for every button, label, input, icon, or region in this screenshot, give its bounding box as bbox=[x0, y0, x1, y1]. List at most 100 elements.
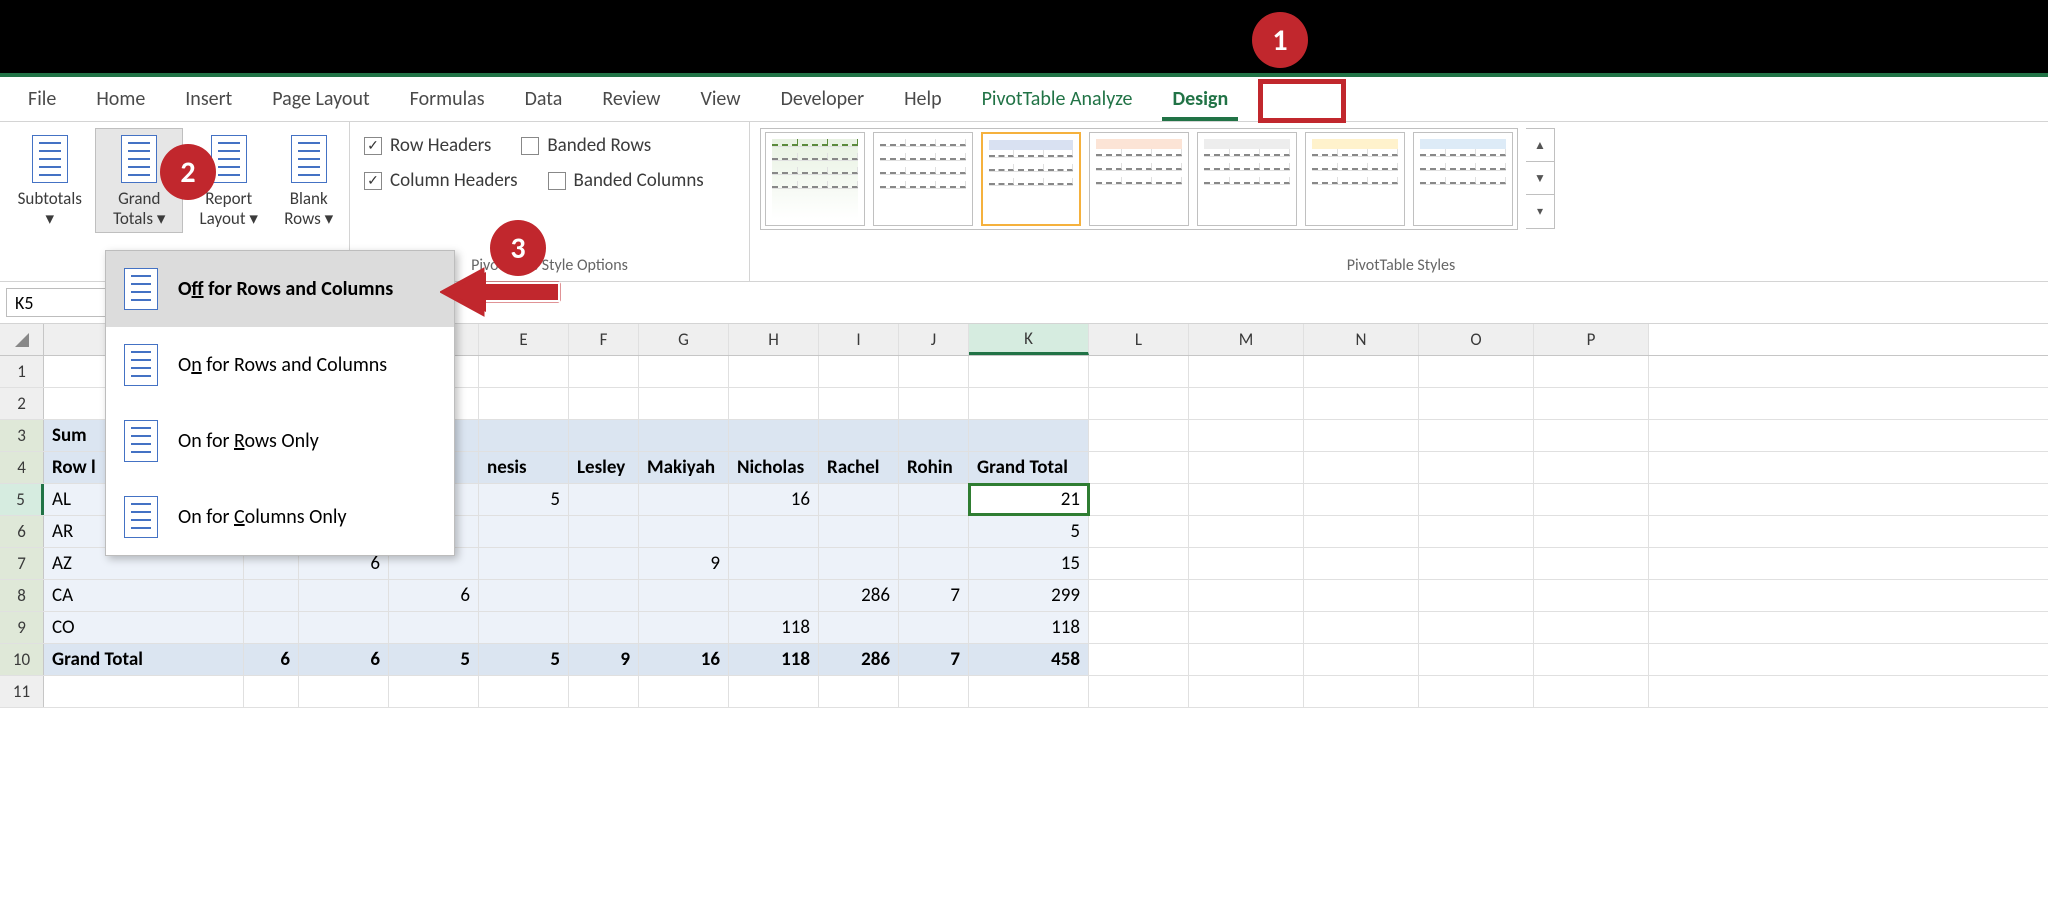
cell-D8[interactable]: 6 bbox=[389, 580, 479, 611]
checkbox-row-headers[interactable]: ✓Row Headers bbox=[364, 134, 491, 157]
menu-icon bbox=[124, 344, 158, 386]
col-I[interactable]: I bbox=[819, 324, 899, 355]
col-P[interactable]: P bbox=[1534, 324, 1649, 355]
menu-on-rows[interactable]: On for Rows Only bbox=[106, 403, 454, 479]
pivot-style-7[interactable] bbox=[1413, 132, 1513, 226]
banded-rows-label: Banded Rows bbox=[547, 134, 651, 157]
pivot-style-3-selected[interactable] bbox=[981, 132, 1081, 226]
cell-G7[interactable]: 9 bbox=[639, 548, 729, 579]
cell-K6[interactable]: 5 bbox=[969, 516, 1089, 547]
blank-rows-button[interactable]: Blank Rows ▾ bbox=[274, 128, 343, 233]
row-11: 11 bbox=[0, 676, 2048, 708]
ribbon-tabs: File Home Insert Page Layout Formulas Da… bbox=[0, 77, 2048, 122]
blank-rows-icon bbox=[291, 135, 327, 183]
gallery-scroll-down[interactable]: ▼ bbox=[1526, 162, 1554, 195]
col-K[interactable]: K bbox=[969, 324, 1089, 355]
cell-A9[interactable]: CO bbox=[44, 612, 244, 643]
tab-pivottable-analyze[interactable]: PivotTable Analyze bbox=[964, 79, 1151, 121]
callout-badge-1: 1 bbox=[1252, 12, 1308, 68]
cell-H10[interactable]: 118 bbox=[729, 644, 819, 675]
rowhdr-8[interactable]: 8 bbox=[0, 580, 44, 611]
pivot-style-2[interactable] bbox=[873, 132, 973, 226]
row-9: 9 CO 118 118 bbox=[0, 612, 2048, 644]
tab-data[interactable]: Data bbox=[507, 79, 581, 121]
cell-K8[interactable]: 299 bbox=[969, 580, 1089, 611]
tab-insert[interactable]: Insert bbox=[167, 79, 250, 121]
pivot-style-1[interactable] bbox=[765, 132, 865, 226]
pivot-style-4[interactable] bbox=[1089, 132, 1189, 226]
checkbox-banded-rows[interactable]: Banded Rows bbox=[521, 134, 651, 157]
rowhdr-6[interactable]: 6 bbox=[0, 516, 44, 547]
cell-H5[interactable]: 16 bbox=[729, 484, 819, 515]
rowhdr-2[interactable]: 2 bbox=[0, 388, 44, 419]
menu-off-rows-cols[interactable]: Off for Rows and Columns bbox=[106, 251, 454, 327]
cell-E5[interactable]: 5 bbox=[479, 484, 569, 515]
cell-A8[interactable]: CA bbox=[44, 580, 244, 611]
cell-K9[interactable]: 118 bbox=[969, 612, 1089, 643]
colhdr-rachel: Rachel bbox=[819, 452, 899, 483]
tab-view[interactable]: View bbox=[682, 79, 758, 121]
ribbon-group-pivottable-styles: ▲ ▼ ▾ PivotTable Styles bbox=[750, 122, 2048, 281]
cell-F10[interactable]: 9 bbox=[569, 644, 639, 675]
gallery-scroll-up[interactable]: ▲ bbox=[1526, 129, 1554, 162]
grand-totals-icon bbox=[121, 135, 157, 183]
menu-icon bbox=[124, 268, 158, 310]
checkbox-column-headers[interactable]: ✓Column Headers bbox=[364, 169, 518, 192]
tab-help[interactable]: Help bbox=[886, 79, 960, 121]
colhdr-nesis: nesis bbox=[479, 452, 569, 483]
cell-I8[interactable]: 286 bbox=[819, 580, 899, 611]
menu-on-label: On for Rows and Columns bbox=[178, 353, 387, 377]
cell-B10[interactable]: 6 bbox=[244, 644, 299, 675]
rowhdr-5[interactable]: 5 bbox=[0, 484, 44, 515]
rowhdr-10[interactable]: 10 bbox=[0, 644, 44, 675]
cell-D10[interactable]: 5 bbox=[389, 644, 479, 675]
rowhdr-3[interactable]: 3 bbox=[0, 420, 44, 451]
col-H[interactable]: H bbox=[729, 324, 819, 355]
cell-C10[interactable]: 6 bbox=[299, 644, 389, 675]
menu-cols-label: On for Columns Only bbox=[178, 505, 347, 529]
select-all-corner[interactable] bbox=[0, 324, 44, 355]
col-E[interactable]: E bbox=[479, 324, 569, 355]
cell-K10[interactable]: 458 bbox=[969, 644, 1089, 675]
rowhdr-1[interactable]: 1 bbox=[0, 356, 44, 387]
pivot-style-5[interactable] bbox=[1197, 132, 1297, 226]
menu-on-rows-cols[interactable]: On for Rows and Columns bbox=[106, 327, 454, 403]
tab-home[interactable]: Home bbox=[78, 79, 163, 121]
tab-page-layout[interactable]: Page Layout bbox=[254, 79, 387, 121]
col-F[interactable]: F bbox=[569, 324, 639, 355]
tab-review[interactable]: Review bbox=[584, 79, 678, 121]
col-M[interactable]: M bbox=[1189, 324, 1304, 355]
cell-H9[interactable]: 118 bbox=[729, 612, 819, 643]
cell-G10[interactable]: 16 bbox=[639, 644, 729, 675]
checkbox-banded-columns[interactable]: Banded Columns bbox=[548, 169, 704, 192]
col-J[interactable]: J bbox=[899, 324, 969, 355]
cell-E10[interactable]: 5 bbox=[479, 644, 569, 675]
cell-I10[interactable]: 286 bbox=[819, 644, 899, 675]
subtotals-button[interactable]: Subtotals▾ bbox=[6, 128, 93, 233]
rowhdr-7[interactable]: 7 bbox=[0, 548, 44, 579]
tab-formulas[interactable]: Formulas bbox=[392, 79, 503, 121]
cell-A10[interactable]: Grand Total bbox=[44, 644, 244, 675]
cell-K5-active[interactable]: 21 bbox=[969, 484, 1089, 515]
col-N[interactable]: N bbox=[1304, 324, 1419, 355]
cell-J10[interactable]: 7 bbox=[899, 644, 969, 675]
pivot-style-6[interactable] bbox=[1305, 132, 1405, 226]
rowhdr-4[interactable]: 4 bbox=[0, 452, 44, 483]
col-O[interactable]: O bbox=[1419, 324, 1534, 355]
report-layout-icon bbox=[211, 135, 247, 183]
tab-file[interactable]: File bbox=[10, 79, 74, 121]
col-G[interactable]: G bbox=[639, 324, 729, 355]
colhdr-nicholas: Nicholas bbox=[729, 452, 819, 483]
rowhdr-9[interactable]: 9 bbox=[0, 612, 44, 643]
col-L[interactable]: L bbox=[1089, 324, 1189, 355]
tab-developer[interactable]: Developer bbox=[763, 79, 883, 121]
name-box[interactable]: K5 bbox=[6, 288, 106, 317]
tab-design[interactable]: Design bbox=[1154, 79, 1246, 121]
style-gallery[interactable] bbox=[760, 128, 1518, 230]
banded-columns-label: Banded Columns bbox=[574, 169, 704, 192]
gallery-expand[interactable]: ▾ bbox=[1526, 195, 1554, 228]
cell-J8[interactable]: 7 bbox=[899, 580, 969, 611]
menu-on-cols[interactable]: On for Columns Only bbox=[106, 479, 454, 555]
cell-K7[interactable]: 15 bbox=[969, 548, 1089, 579]
rowhdr-11[interactable]: 11 bbox=[0, 676, 44, 707]
